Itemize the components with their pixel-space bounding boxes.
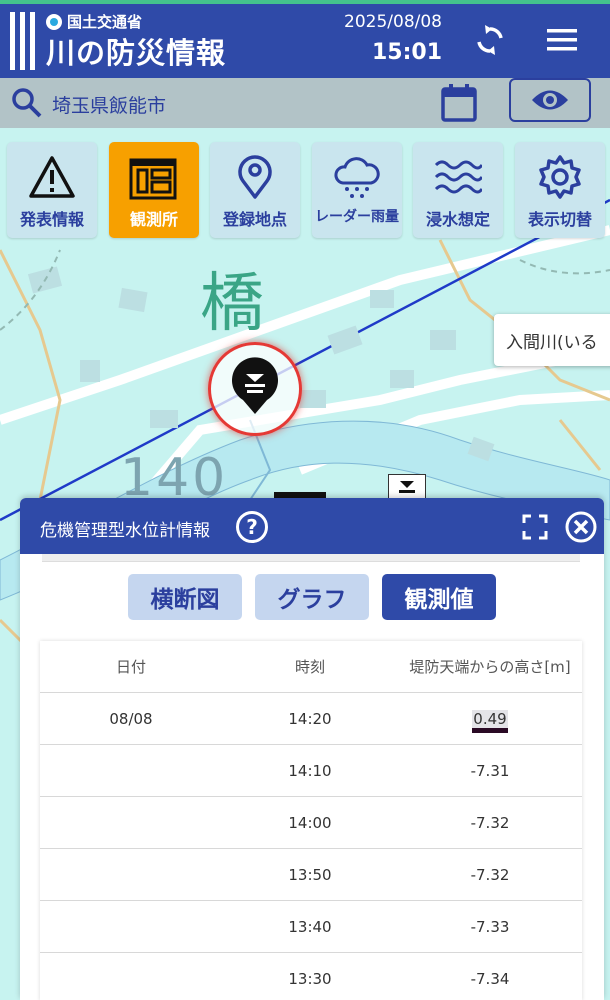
search-icon[interactable] — [10, 86, 44, 124]
water-level-info-panel: 危機管理型水位計情報 ? 横断図 グラフ 観測値 日付 時刻 堤防天端からの高さ… — [20, 498, 604, 1000]
toolbar-alerts-button[interactable]: 発表情報 — [7, 142, 97, 238]
toolbar-label: 浸水想定 — [425, 210, 490, 229]
map-label-kanji: 橋 — [200, 267, 264, 341]
refresh-icon — [477, 25, 503, 55]
refresh-button[interactable] — [470, 20, 510, 60]
app-logo-icon — [10, 12, 36, 70]
cell-height: -7.33 — [470, 918, 510, 936]
tab-graph[interactable]: グラフ — [255, 574, 369, 620]
app-header: 国土交通省 川の防災情報 2025/08/08 15:01 — [0, 0, 610, 78]
toolbar-registered-places-button[interactable]: 登録地点 — [210, 142, 300, 238]
toolbar-display-settings-button[interactable]: 表示切替 — [515, 142, 605, 238]
cell-height: 0.49 — [398, 693, 582, 745]
cell-height: -7.32 — [470, 814, 510, 832]
panel-tabs: 横断図 グラフ 観測値 — [20, 574, 604, 622]
toolbar-flood-forecast-button[interactable]: 浸水想定 — [413, 142, 503, 238]
cell-height: -7.31 — [470, 762, 510, 780]
column-header-height: 堤防天端からの高さ[m] — [409, 658, 571, 676]
fullscreen-button[interactable] — [520, 512, 550, 542]
location-pin-icon — [238, 155, 272, 199]
toolbar-label: レーダー雨量 — [315, 209, 399, 225]
cell-date — [40, 797, 222, 849]
cell-time: 13:50 — [288, 866, 332, 884]
fullscreen-icon — [522, 514, 548, 540]
header-accent-line — [0, 0, 610, 4]
warning-icon — [29, 156, 75, 198]
waves-icon — [434, 160, 482, 194]
cell-date — [40, 953, 222, 1000]
toolbar-label: 発表情報 — [19, 210, 84, 229]
search-location-text[interactable]: 埼玉県飯能市 — [52, 91, 166, 118]
app-title: 川の防災情報 — [46, 36, 227, 70]
panel-title: 危機管理型水位計情報 — [40, 521, 210, 541]
ministry-logo-icon — [46, 13, 62, 30]
gear-icon — [539, 155, 581, 199]
column-header-time: 時刻 — [294, 658, 325, 676]
menu-button[interactable] — [542, 20, 582, 60]
table-row: 13:40 -7.33 — [40, 901, 582, 953]
eye-icon — [532, 90, 568, 110]
station-marker[interactable] — [388, 474, 426, 500]
cell-height: -7.32 — [470, 866, 510, 884]
table-row: 14:00 -7.32 — [40, 797, 582, 849]
cell-date: 08/08 — [109, 710, 153, 728]
calendar-button[interactable] — [440, 83, 478, 127]
river-name-label: 入間川(いる — [506, 333, 598, 353]
calendar-icon — [441, 84, 477, 122]
station-icon — [129, 158, 177, 200]
river-name-tooltip[interactable]: 入間川(いる — [494, 314, 610, 366]
cell-time: 14:10 — [288, 762, 332, 780]
toolbar-label: 表示切替 — [527, 210, 592, 229]
tab-observed-values[interactable]: 観測値 — [382, 574, 496, 620]
cell-time: 14:00 — [288, 814, 332, 832]
table-row: 14:10 -7.31 — [40, 745, 582, 797]
cell-date — [40, 745, 222, 797]
visibility-toggle-button[interactable] — [509, 78, 591, 122]
cell-date — [40, 901, 222, 953]
water-level-pin-icon — [232, 357, 278, 414]
toolbar-label: 登録地点 — [222, 210, 287, 229]
ministry-name: 国土交通省 — [46, 11, 142, 32]
table-header-row: 日付 時刻 堤防天端からの高さ[m] — [40, 641, 582, 693]
location-search-bar[interactable]: 埼玉県飯能市 — [0, 78, 610, 128]
header-time: 15:01 — [371, 40, 442, 65]
panel-divider — [42, 554, 580, 562]
water-level-icon — [399, 481, 415, 493]
observation-table: 日付 時刻 堤防天端からの高さ[m] 08/08 14:20 0.49 14:1… — [40, 641, 582, 1000]
toolbar-stations-button[interactable]: 観測所 — [109, 142, 199, 238]
close-button[interactable] — [564, 510, 598, 544]
help-button[interactable]: ? — [236, 511, 268, 543]
table-row: 13:50 -7.32 — [40, 849, 582, 901]
table-row: 13:30 -7.34 — [40, 953, 582, 1000]
highlighted-value: 0.49 — [472, 710, 508, 733]
cell-time: 13:40 — [288, 918, 332, 936]
ministry-label: 国土交通省 — [67, 13, 143, 31]
table-row: 08/08 14:20 0.49 — [40, 693, 582, 745]
cell-time: 14:20 — [288, 710, 332, 728]
selected-station-marker[interactable] — [208, 342, 302, 436]
column-header-date: 日付 — [115, 658, 146, 676]
tab-cross-section[interactable]: 横断図 — [128, 574, 242, 620]
header-date: 2025/08/08 — [344, 12, 442, 32]
toolbar-radar-rain-button[interactable]: レーダー雨量 — [312, 142, 402, 238]
cell-height: -7.34 — [470, 970, 510, 988]
close-icon — [565, 511, 597, 543]
hamburger-menu-icon — [547, 29, 577, 51]
toolbar-label: 観測所 — [129, 210, 178, 229]
panel-header: 危機管理型水位計情報 ? — [20, 498, 604, 554]
rain-cloud-icon — [334, 157, 380, 198]
cell-time: 13:30 — [288, 970, 332, 988]
cell-date — [40, 849, 222, 901]
